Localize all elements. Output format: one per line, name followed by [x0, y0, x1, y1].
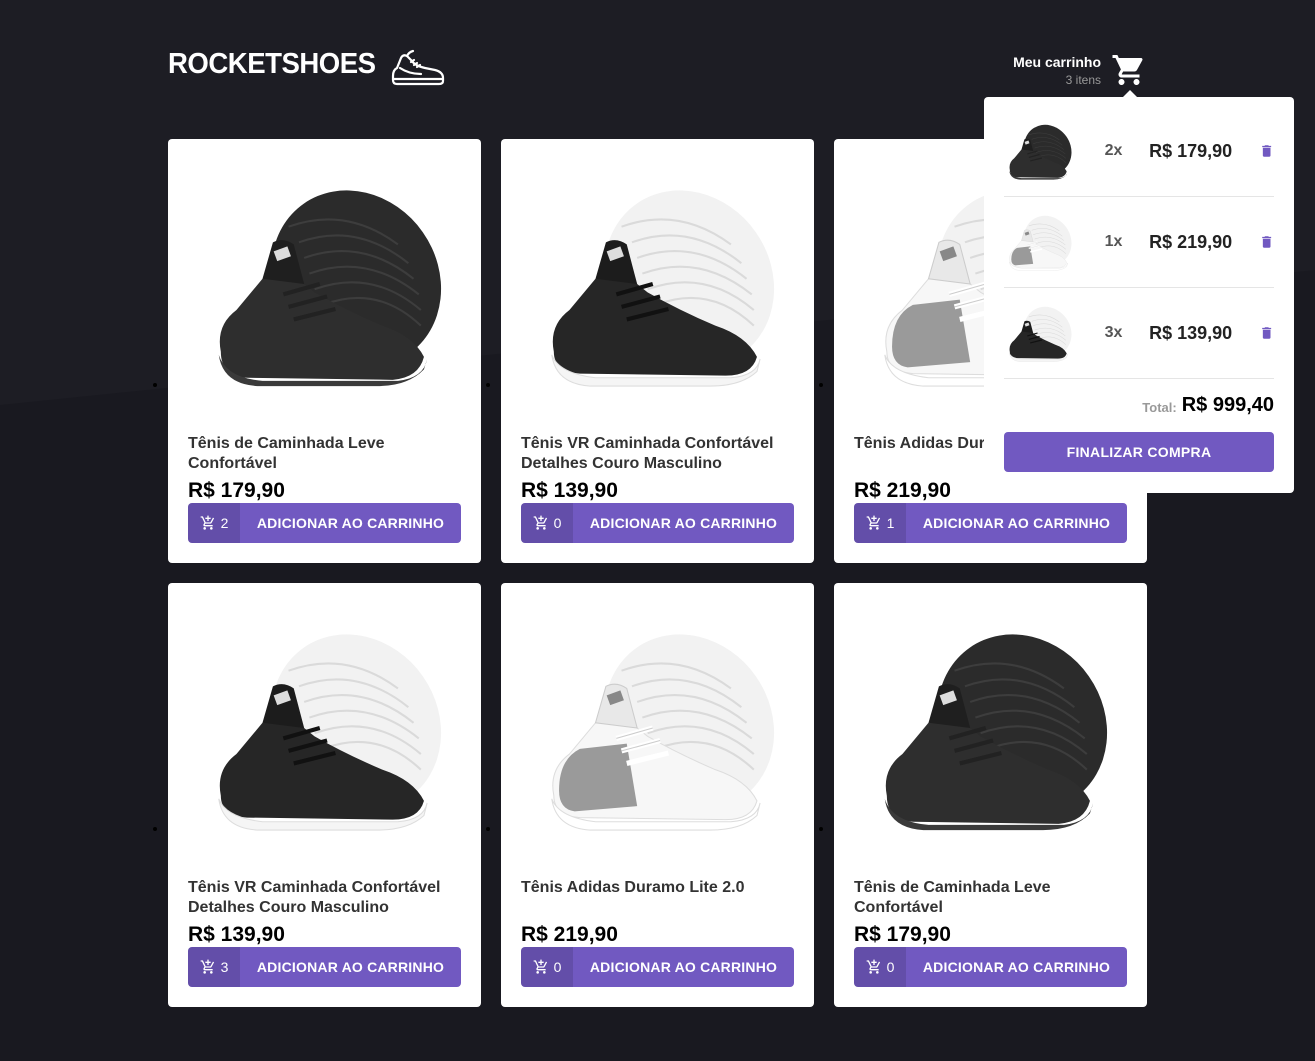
product-card: Tênis de Caminhada Leve Confortável R$ 1…: [834, 583, 1147, 1007]
cart-item: 1x R$ 219,90: [1004, 197, 1274, 288]
add-to-cart-label: ADICIONAR AO CARRINHO: [922, 515, 1111, 531]
add-to-cart-button[interactable]: 0 ADICIONAR AO CARRINHO: [521, 947, 794, 987]
cart-item-image: [1004, 298, 1074, 368]
cart-amount-value: 1: [886, 515, 895, 531]
cart-title: Meu carrinho: [1013, 53, 1101, 70]
product-image: [188, 159, 461, 409]
checkout-button[interactable]: FINALIZAR COMPRA: [1004, 432, 1274, 472]
delete-icon[interactable]: [1259, 142, 1274, 160]
product-card: Tênis VR Caminhada Confortável Detalhes …: [168, 583, 481, 1007]
cart-dropdown: 2x R$ 179,90 1x R$ 219,90 3x R$ 139,90 T…: [984, 90, 1294, 493]
cart-amount: 1: [854, 503, 906, 543]
add-to-cart-label: ADICIONAR AO CARRINHO: [256, 515, 445, 531]
total-label: Total:: [1142, 400, 1177, 415]
cart-amount: 0: [521, 503, 573, 543]
cart-item: 3x R$ 139,90: [1004, 288, 1274, 379]
product-price: R$ 179,90: [188, 479, 285, 502]
cart-amount-value: 3: [220, 959, 229, 975]
product-title: Tênis VR Caminhada Confortável Detalhes …: [521, 435, 774, 472]
product-title: Tênis de Caminhada Leve Confortável: [854, 879, 1051, 916]
cart-amount-value: 2: [220, 515, 229, 531]
product-title: Tênis de Caminhada Leve Confortável: [188, 435, 385, 472]
product-image: [521, 159, 794, 409]
delete-icon[interactable]: [1259, 324, 1274, 342]
add-to-cart-label: ADICIONAR AO CARRINHO: [589, 515, 778, 531]
cart-amount: 0: [521, 947, 573, 987]
delete-icon[interactable]: [1259, 233, 1274, 251]
product-price: R$ 139,90: [521, 479, 618, 502]
add-to-cart-button[interactable]: 0 ADICIONAR AO CARRINHO: [521, 503, 794, 543]
logo-link[interactable]: ROCKETSHOES: [168, 48, 386, 81]
product-card: Tênis Adidas Duramo Lite 2.0 R$ 219,90 0…: [501, 583, 814, 1007]
add-shopping-cart-icon: [533, 959, 549, 975]
product-image: [188, 603, 461, 853]
add-to-cart-label: ADICIONAR AO CARRINHO: [589, 959, 778, 975]
add-to-cart-button[interactable]: 0 ADICIONAR AO CARRINHO: [854, 947, 1127, 987]
cart-item-quantity: 1x: [1104, 233, 1123, 250]
cart-total: Total: R$ 999,40: [1004, 379, 1274, 432]
cart-dropdown-items: 2x R$ 179,90 1x R$ 219,90 3x R$ 139,90: [1004, 97, 1274, 379]
cart-amount: 3: [188, 947, 240, 987]
sneaker-logo-icon: [391, 49, 445, 86]
add-to-cart-button[interactable]: 3 ADICIONAR AO CARRINHO: [188, 947, 461, 987]
product-price: R$ 219,90: [521, 923, 618, 946]
cart-item: 2x R$ 179,90: [1004, 97, 1274, 197]
product-image: [521, 603, 794, 853]
total-value: R$ 999,40: [1181, 394, 1274, 416]
add-shopping-cart-icon: [533, 515, 549, 531]
cart-item-image: [1004, 116, 1074, 186]
cart-item-price: R$ 139,90: [1149, 322, 1233, 343]
cart-amount: 2: [188, 503, 240, 543]
header: ROCKETSHOES Meu carrinho 3 itens: [168, 48, 1147, 98]
add-to-cart-label: ADICIONAR AO CARRINHO: [256, 959, 445, 975]
shopping-basket-icon: [1112, 55, 1143, 85]
add-to-cart-button[interactable]: 1 ADICIONAR AO CARRINHO: [854, 503, 1127, 543]
add-shopping-cart-icon: [866, 515, 882, 531]
add-to-cart-button[interactable]: 2 ADICIONAR AO CARRINHO: [188, 503, 461, 543]
cart-item-price: R$ 179,90: [1149, 140, 1233, 161]
cart-amount-value: 0: [553, 959, 562, 975]
product-card: Tênis de Caminhada Leve Confortável R$ 1…: [168, 139, 481, 563]
product-price: R$ 139,90: [188, 923, 285, 946]
cart-amount-value: 0: [886, 959, 895, 975]
product-title: Tênis VR Caminhada Confortável Detalhes …: [188, 879, 441, 916]
product-title: Tênis Adidas Duramo Lite 2.0: [521, 879, 745, 896]
cart-item-image: [1004, 207, 1074, 277]
cart-item-quantity: 2x: [1104, 142, 1123, 159]
cart-info: Meu carrinho 3 itens: [1013, 54, 1101, 87]
product-price: R$ 179,90: [854, 923, 951, 946]
cart-amount: 0: [854, 947, 906, 987]
product-image: [854, 603, 1127, 853]
cart-link[interactable]: Meu carrinho 3 itens: [1013, 52, 1147, 88]
product-card: Tênis VR Caminhada Confortável Detalhes …: [501, 139, 814, 563]
cart-amount-value: 0: [553, 515, 562, 531]
cart-item-price: R$ 219,90: [1149, 231, 1233, 252]
add-shopping-cart-icon: [200, 515, 216, 531]
cart-item-quantity: 3x: [1104, 324, 1123, 341]
cart-count: 3 itens: [1065, 72, 1101, 87]
add-shopping-cart-icon: [200, 959, 216, 975]
add-shopping-cart-icon: [866, 959, 882, 975]
brand-name: ROCKETSHOES: [168, 48, 376, 80]
add-to-cart-label: ADICIONAR AO CARRINHO: [922, 959, 1111, 975]
